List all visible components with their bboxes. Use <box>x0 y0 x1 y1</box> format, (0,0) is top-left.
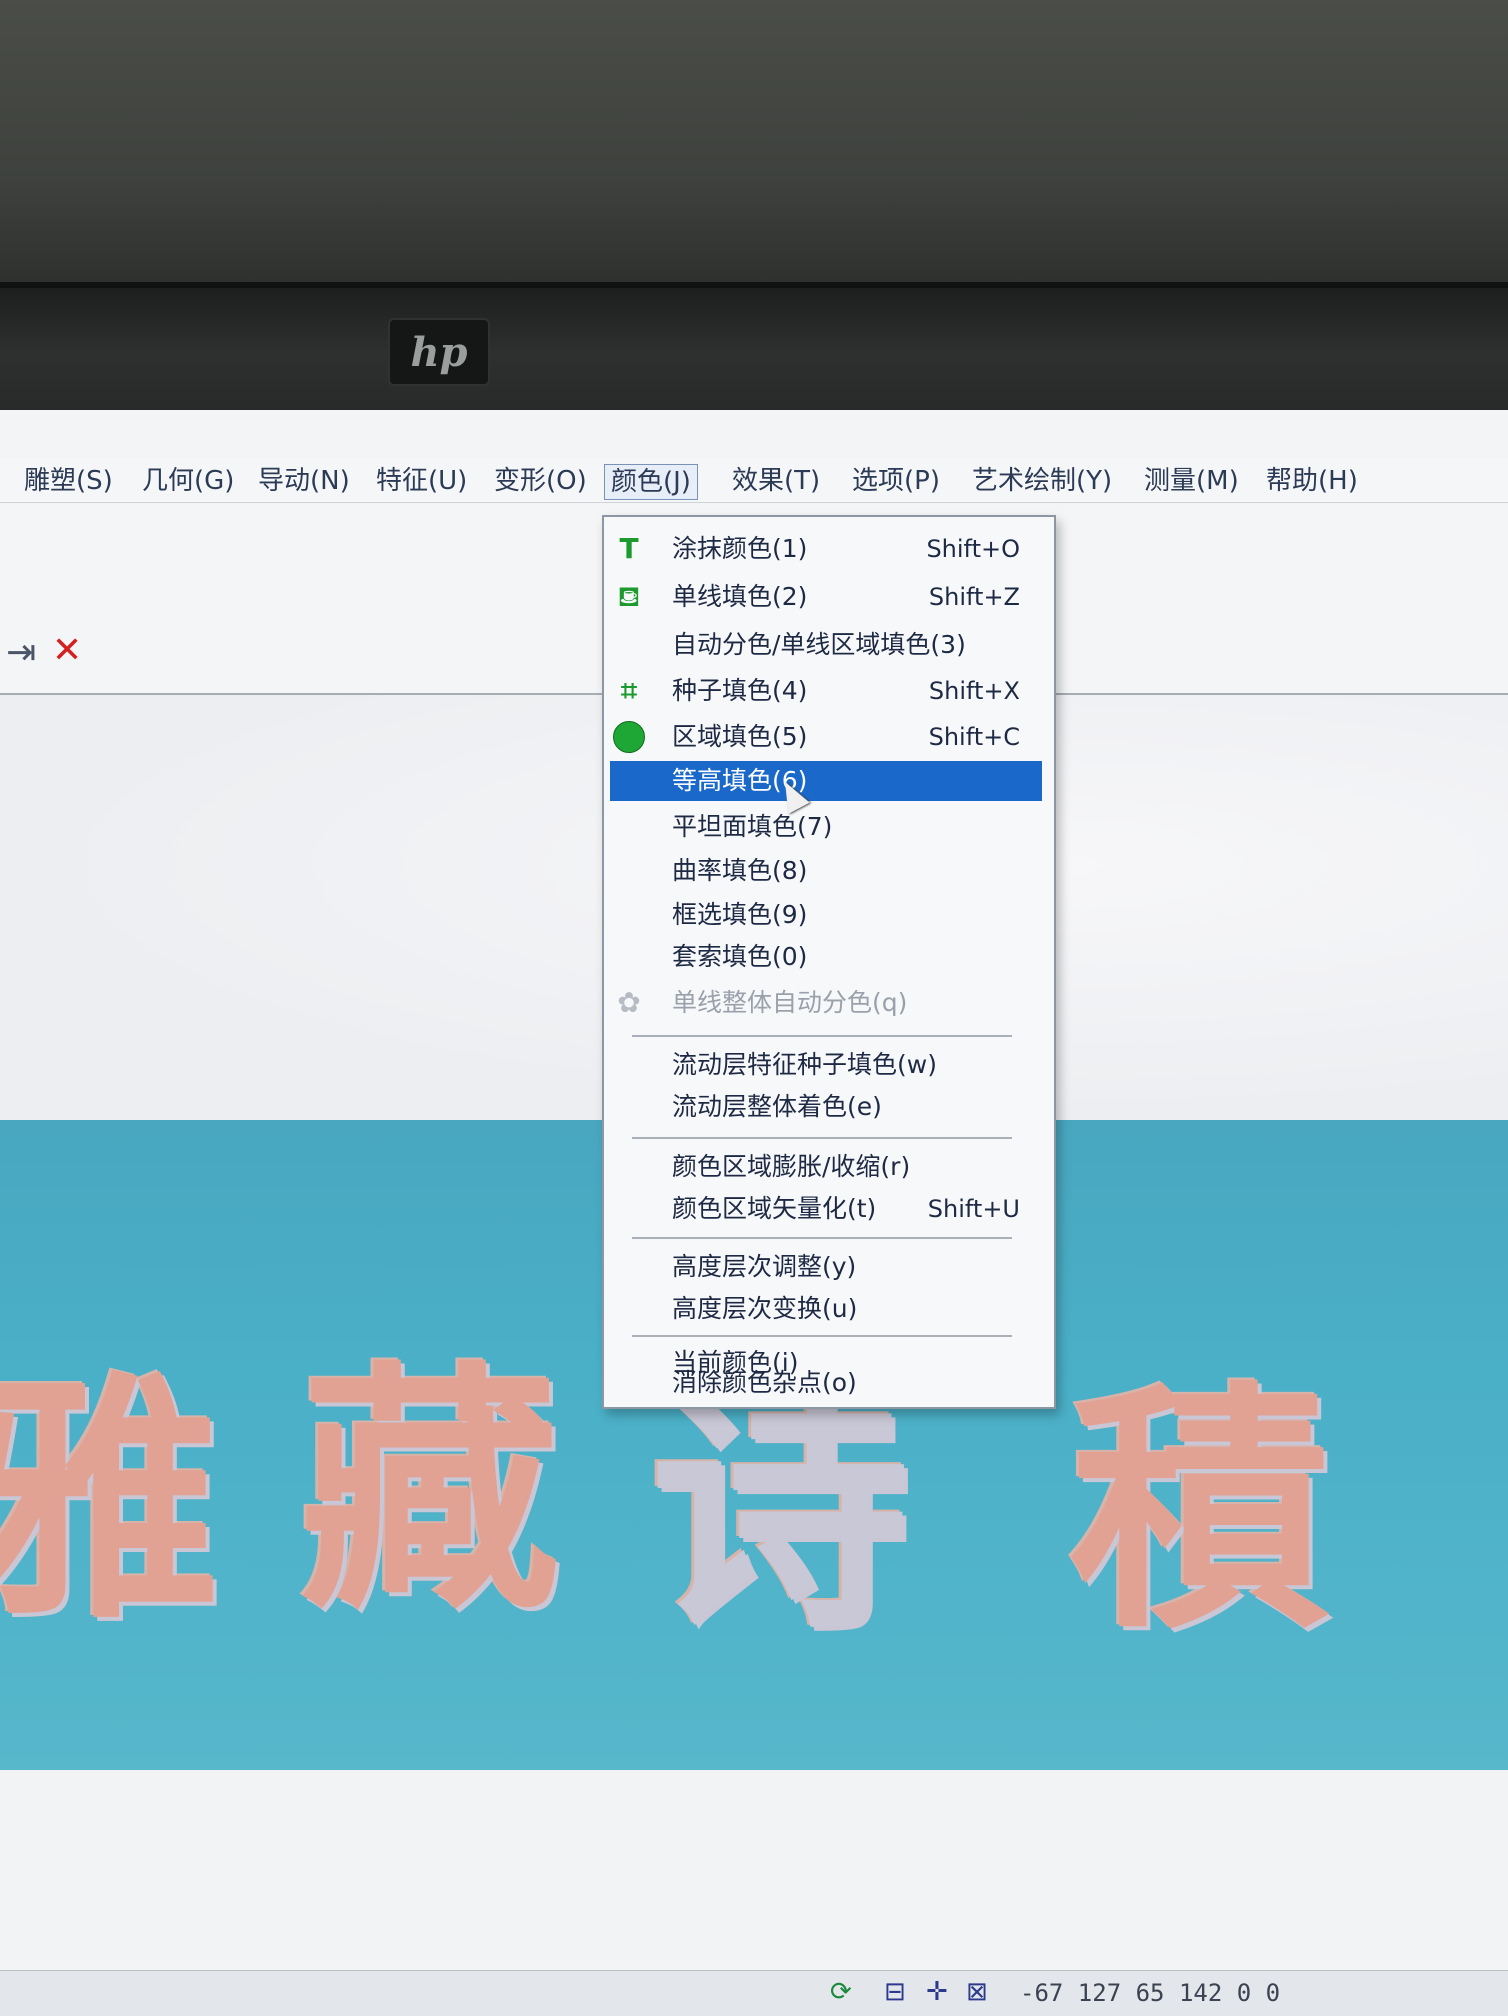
close-icon[interactable]: ✕ <box>52 631 82 671</box>
refresh-icon[interactable]: ⟳ <box>830 1977 852 2007</box>
menu-bar: 雕塑(S) 几何(G) 导动(N) 特征(U) 变形(O) 颜色(J) 效果(T… <box>0 458 1508 503</box>
menu-item-flow-color-all[interactable]: 流动层整体着色(e) <box>604 1087 1050 1127</box>
menu-item-region-expand[interactable]: 颜色区域膨胀/收缩(r) <box>604 1147 1050 1187</box>
menu-sculpt[interactable]: 雕塑(S) <box>18 464 119 498</box>
menu-effect[interactable]: 效果(T) <box>726 464 826 498</box>
menu-item-region-fill[interactable]: 区域填色(5) Shift+C <box>604 717 1050 757</box>
menu-options[interactable]: 选项(P) <box>846 464 946 498</box>
menu-measure[interactable]: 测量(M) <box>1138 464 1245 498</box>
relief-char: 藏 <box>300 1339 560 1644</box>
menu-item-box-fill[interactable]: 框选填色(9) <box>604 895 1050 935</box>
menu-separator <box>632 1335 1012 1337</box>
menu-separator <box>632 1035 1012 1037</box>
menu-item-curvature-fill[interactable]: 曲率填色(8) <box>604 851 1050 891</box>
menu-geometry[interactable]: 几何(G) <box>136 464 240 498</box>
menu-separator <box>632 1237 1012 1239</box>
menu-item-line-auto-separate[interactable]: ✿ 单线整体自动分色(q) <box>604 983 1050 1023</box>
flower-icon: ✿ <box>617 986 641 1019</box>
region-fill-icon <box>612 719 646 755</box>
canvas-lower <box>0 1770 1508 1960</box>
menu-feature[interactable]: 特征(U) <box>370 464 473 498</box>
menu-deform[interactable]: 变形(O) <box>488 464 593 498</box>
menu-color[interactable]: 颜色(J) <box>604 464 698 500</box>
menu-item-height-transform[interactable]: 高度层次变换(u) <box>604 1289 1050 1329</box>
menu-item-remove-noise[interactable]: 消除颜色杂点(o) <box>604 1363 1050 1403</box>
menu-item-smear-color[interactable]: T 涂抹颜色(1) Shift+O <box>604 529 1050 569</box>
relief-char: 積 <box>1070 1359 1330 1664</box>
indent-icon[interactable]: ⇥ <box>6 633 36 673</box>
menu-guide[interactable]: 导动(N) <box>252 464 356 498</box>
menu-art-draw[interactable]: 艺术绘制(Y) <box>966 464 1118 498</box>
menu-item-auto-separate[interactable]: 自动分色/单线区域填色(3) <box>604 625 1050 665</box>
status-bar: ⟳ ⊟ ✛ ⊠ -67 127 65 142 0 0 <box>0 1970 1508 2016</box>
menu-item-flat-fill[interactable]: 平坦面填色(7) <box>604 807 1050 847</box>
relief-char: 雅 <box>0 1349 220 1654</box>
menu-item-line-fill[interactable]: ⛾ 单线填色(2) Shift+Z <box>604 577 1050 617</box>
cross-icon[interactable]: ✛ <box>926 1977 948 2007</box>
color-menu-dropdown: T 涂抹颜色(1) Shift+O ⛾ 单线填色(2) Shift+Z 自动分色… <box>602 515 1056 1409</box>
line-fill-icon: ⛾ <box>617 580 641 613</box>
menu-help[interactable]: 帮助(H) <box>1260 464 1364 498</box>
menu-item-flow-seed-fill[interactable]: 流动层特征种子填色(w) <box>604 1045 1050 1085</box>
snap-icon[interactable]: ⊟ <box>884 1977 906 2007</box>
menu-separator <box>632 1137 1012 1139</box>
menu-item-lasso-fill[interactable]: 套索填色(0) <box>604 937 1050 977</box>
grid-icon[interactable]: ⊠ <box>966 1977 988 2007</box>
background-wall <box>0 0 1508 300</box>
menu-item-seed-fill[interactable]: ⌗ 种子填色(4) Shift+X <box>604 671 1050 711</box>
menu-item-region-vectorize[interactable]: 颜色区域矢量化(t) Shift+U <box>604 1189 1050 1229</box>
seed-fill-icon: ⌗ <box>621 674 637 707</box>
coordinate-readout: -67 127 65 142 0 0 <box>1020 1979 1281 2007</box>
hp-logo: hp <box>388 318 490 386</box>
menu-item-contour-fill[interactable]: 等高填色(6) <box>610 761 1042 801</box>
menu-item-height-adjust[interactable]: 高度层次调整(y) <box>604 1247 1050 1287</box>
brush-icon: T <box>619 532 639 565</box>
